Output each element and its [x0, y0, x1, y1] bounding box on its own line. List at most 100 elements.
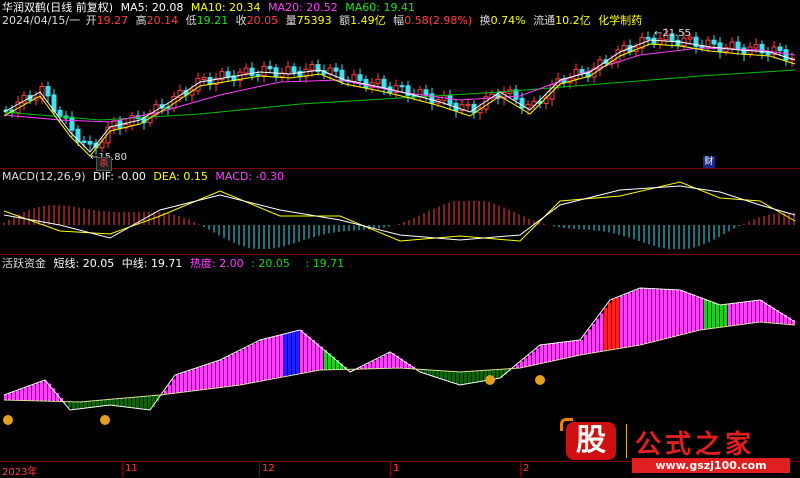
- active-capital-bar: [300, 330, 303, 374]
- candle-body: [267, 65, 273, 70]
- candle-body: [729, 41, 735, 49]
- active-capital-bar: [460, 372, 463, 385]
- xaxis-label-2023: 2023年: [2, 467, 38, 478]
- active-capital-bar: [16, 390, 19, 401]
- ma60-line: [3, 69, 796, 121]
- active-capital-bar: [236, 352, 239, 386]
- active-capital-bar: [436, 370, 439, 378]
- active-capital-bar: [88, 401, 91, 408]
- active-capital-bar: [20, 389, 23, 401]
- watermark-logo: 股 公式之家 www.gszj100.com: [560, 418, 800, 477]
- active-capital-bar: [388, 353, 391, 369]
- active-capital-bar: [692, 294, 695, 332]
- active-capital-bar: [380, 357, 383, 369]
- active-capital-bar: [452, 371, 455, 383]
- active-capital-bar: [136, 397, 139, 409]
- candle-body: [579, 68, 585, 74]
- active-capital-bar: [596, 318, 599, 353]
- active-capital-bar: [140, 396, 143, 409]
- active-capital-bar: [712, 302, 715, 329]
- xaxis-tick-12: [259, 462, 260, 477]
- active-capital-bar: [660, 289, 663, 340]
- active-capital-bar: [68, 401, 71, 408]
- active-capital-bar: [624, 294, 627, 348]
- active-capital-bar: [180, 373, 183, 393]
- active-capital-bar: [212, 362, 215, 389]
- candle-body: [87, 140, 93, 145]
- candle-body: [447, 95, 453, 105]
- active-capital-bar: [680, 290, 683, 335]
- active-capital-bar: [772, 307, 775, 324]
- candle-body: [351, 74, 357, 83]
- active-capital-bar: [8, 393, 11, 401]
- active-capital-bar: [540, 345, 543, 364]
- candle-body: [381, 78, 387, 89]
- candle-body: [777, 46, 783, 52]
- active-capital-bar: [628, 292, 631, 347]
- active-capital-bar: [552, 343, 555, 362]
- active-capital-bar: [12, 392, 15, 401]
- active-capital-bar: [272, 337, 275, 379]
- active-capital-bar: [716, 303, 719, 328]
- active-capital-bar: [444, 370, 447, 380]
- active-capital-bar: [112, 399, 115, 406]
- active-capital-bar: [728, 304, 731, 327]
- active-capital-bar: [284, 334, 287, 377]
- active-capital-bar: [4, 395, 7, 400]
- active-capital-bar: [648, 288, 651, 343]
- active-capital-bar: [656, 288, 659, 341]
- active-capital-bar: [304, 333, 307, 373]
- low-tag-badge[interactable]: 杀: [96, 157, 112, 171]
- active-capital-bar: [252, 344, 255, 383]
- active-capital-bar: [756, 300, 759, 323]
- xaxis-label-11: 11: [125, 463, 138, 474]
- active-capital-bar: [620, 296, 623, 349]
- candle-body: [465, 103, 471, 107]
- chart-canvas[interactable]: [0, 0, 800, 477]
- candle-body: [573, 68, 579, 80]
- active-capital-bar: [456, 371, 459, 384]
- watermark-horn-icon: [560, 418, 573, 431]
- xaxis-label-12: 12: [262, 463, 275, 474]
- active-capital-bar: [116, 398, 119, 406]
- active-capital-bar: [228, 356, 231, 387]
- candle-body: [45, 86, 51, 97]
- active-capital-bar: [608, 302, 611, 351]
- fin-tag-badge[interactable]: 财: [703, 156, 715, 168]
- candle-body: [675, 39, 681, 46]
- active-capital-bar: [268, 338, 271, 380]
- active-capital-bar: [732, 303, 735, 326]
- candle-body: [333, 67, 339, 72]
- money-bag-icon: [3, 415, 13, 425]
- active-capital-bar: [100, 400, 103, 407]
- active-capital-bar: [168, 384, 171, 394]
- candle-body: [645, 36, 651, 40]
- active-capital-bar: [72, 401, 75, 410]
- candle-body: [753, 43, 759, 49]
- active-capital-bar: [280, 335, 283, 378]
- active-capital-bar: [132, 397, 135, 408]
- active-capital-bar: [104, 399, 107, 406]
- active-capital-bar: [244, 348, 247, 385]
- candle-body: [417, 89, 423, 98]
- active-capital-bar: [76, 401, 79, 410]
- candle-body: [429, 93, 435, 104]
- active-capital-bar: [764, 302, 767, 323]
- active-capital-bar: [324, 350, 327, 370]
- watermark-url: www.gszj100.com: [632, 458, 790, 473]
- active-capital-bar: [248, 346, 251, 384]
- active-capital-bar: [644, 288, 647, 344]
- active-capital-bar: [640, 288, 643, 345]
- active-capital-bar: [312, 340, 315, 372]
- active-capital-bar: [172, 379, 175, 394]
- candle-body: [309, 64, 315, 71]
- active-capital-bar: [296, 331, 299, 375]
- active-capital-bar: [652, 288, 655, 342]
- candle-body: [783, 49, 789, 61]
- ma20-line: [3, 47, 796, 123]
- active-capital-bar: [476, 370, 479, 383]
- active-capital-bar: [760, 300, 763, 322]
- active-capital-bar: [752, 301, 755, 324]
- active-capital-bar: [464, 371, 467, 385]
- active-capital-bar: [44, 380, 47, 402]
